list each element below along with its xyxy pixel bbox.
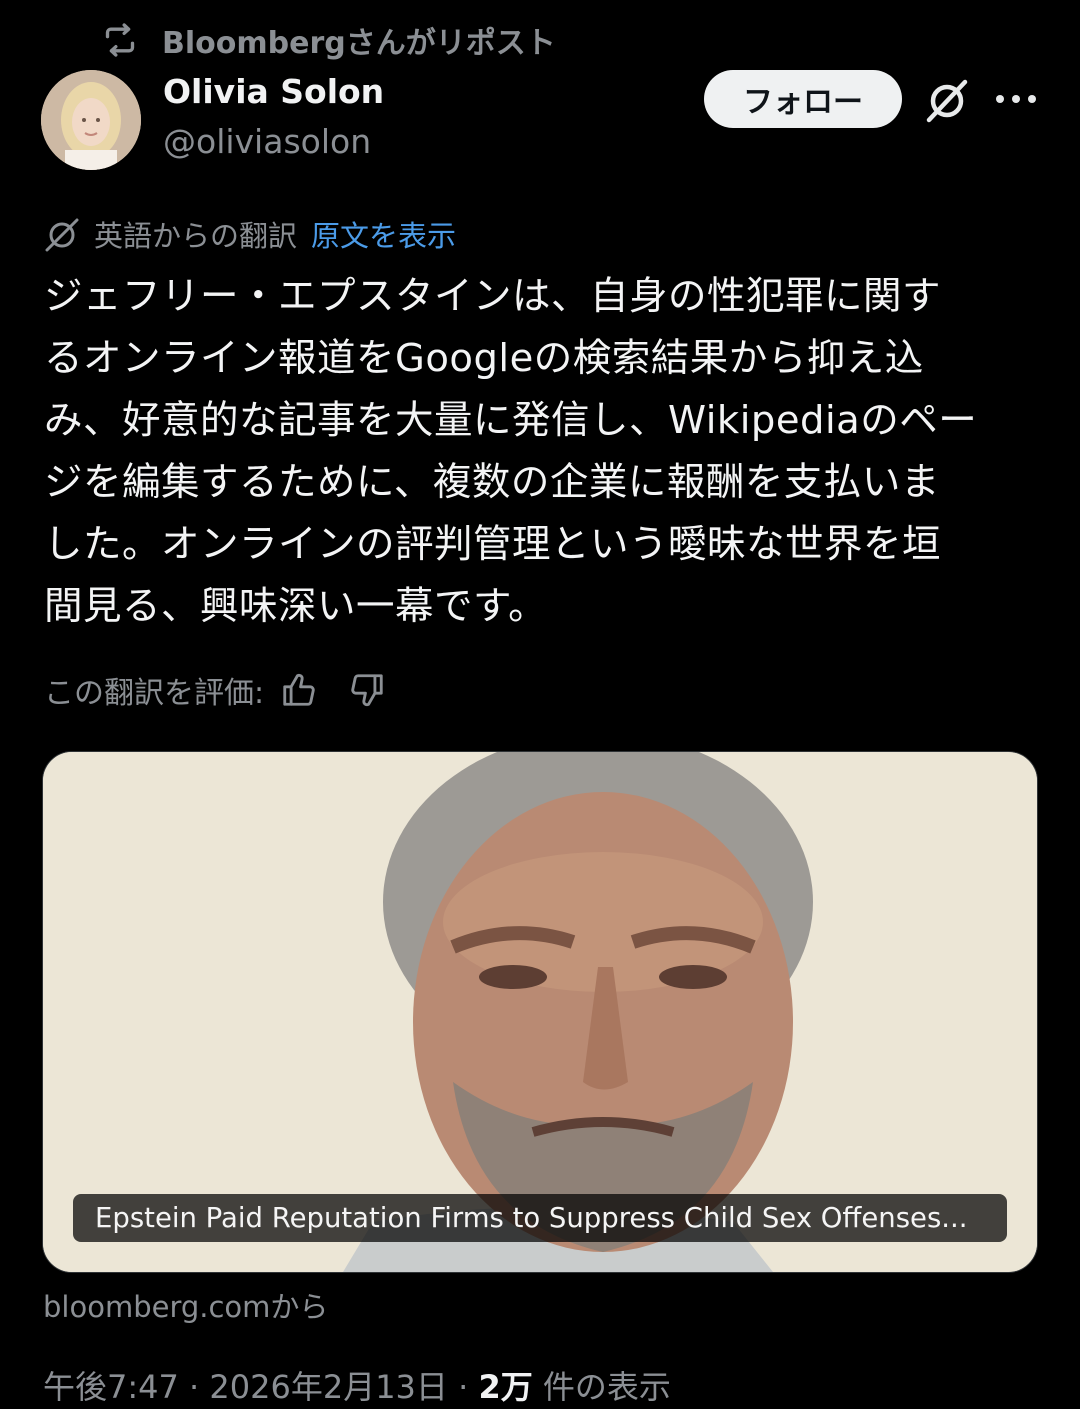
card-source[interactable]: bloomberg.comから — [43, 1284, 328, 1326]
card-headline: Epstein Paid Reputation Firms to Suppres… — [73, 1194, 1007, 1242]
author-handle[interactable]: @oliviasolon — [163, 122, 371, 161]
tweet-text: ジェフリー・エプスタインは、自身の性犯罪に関す るオンライン報道をGoogleの… — [44, 274, 978, 629]
repost-icon — [105, 23, 135, 57]
show-original-link[interactable]: 原文を表示 — [311, 213, 456, 255]
thumbs-up-icon[interactable] — [280, 671, 318, 709]
more-button[interactable] — [996, 84, 1036, 114]
meta-separator: · — [189, 1368, 200, 1406]
translation-indicator: 英語からの翻訳 原文を表示 — [44, 212, 456, 256]
grok-button[interactable] — [922, 76, 972, 126]
avatar[interactable] — [41, 70, 141, 170]
more-icon-dot — [1012, 95, 1020, 103]
post-time[interactable]: 午後7:47 — [43, 1368, 179, 1406]
rate-translation: この翻訳を評価: — [44, 668, 386, 712]
more-icon-dot — [996, 95, 1004, 103]
more-icon-dot — [1028, 95, 1036, 103]
tweet-meta: 午後7:47 · 2026年2月13日 · 2万 件の表示 — [43, 1362, 671, 1408]
views-count[interactable]: 2万 — [478, 1368, 532, 1406]
grok-icon — [926, 79, 968, 123]
follow-button[interactable]: フォロー — [704, 70, 902, 128]
translate-icon — [45, 218, 79, 252]
post-date[interactable]: 2026年2月13日 — [209, 1368, 448, 1406]
thumbs-down-icon[interactable] — [348, 671, 386, 709]
repost-indicator[interactable]: Bloombergさんがリポスト — [100, 18, 556, 62]
author-name[interactable]: Olivia Solon — [163, 72, 384, 111]
meta-separator: · — [458, 1368, 469, 1406]
link-card[interactable]: Epstein Paid Reputation Firms to Suppres… — [42, 751, 1038, 1273]
repost-text: Bloombergさんがリポスト — [162, 26, 556, 61]
rate-label: この翻訳を評価: — [44, 676, 265, 711]
views-label: 件の表示 — [542, 1368, 671, 1406]
translation-label: 英語からの翻訳 — [94, 219, 298, 253]
